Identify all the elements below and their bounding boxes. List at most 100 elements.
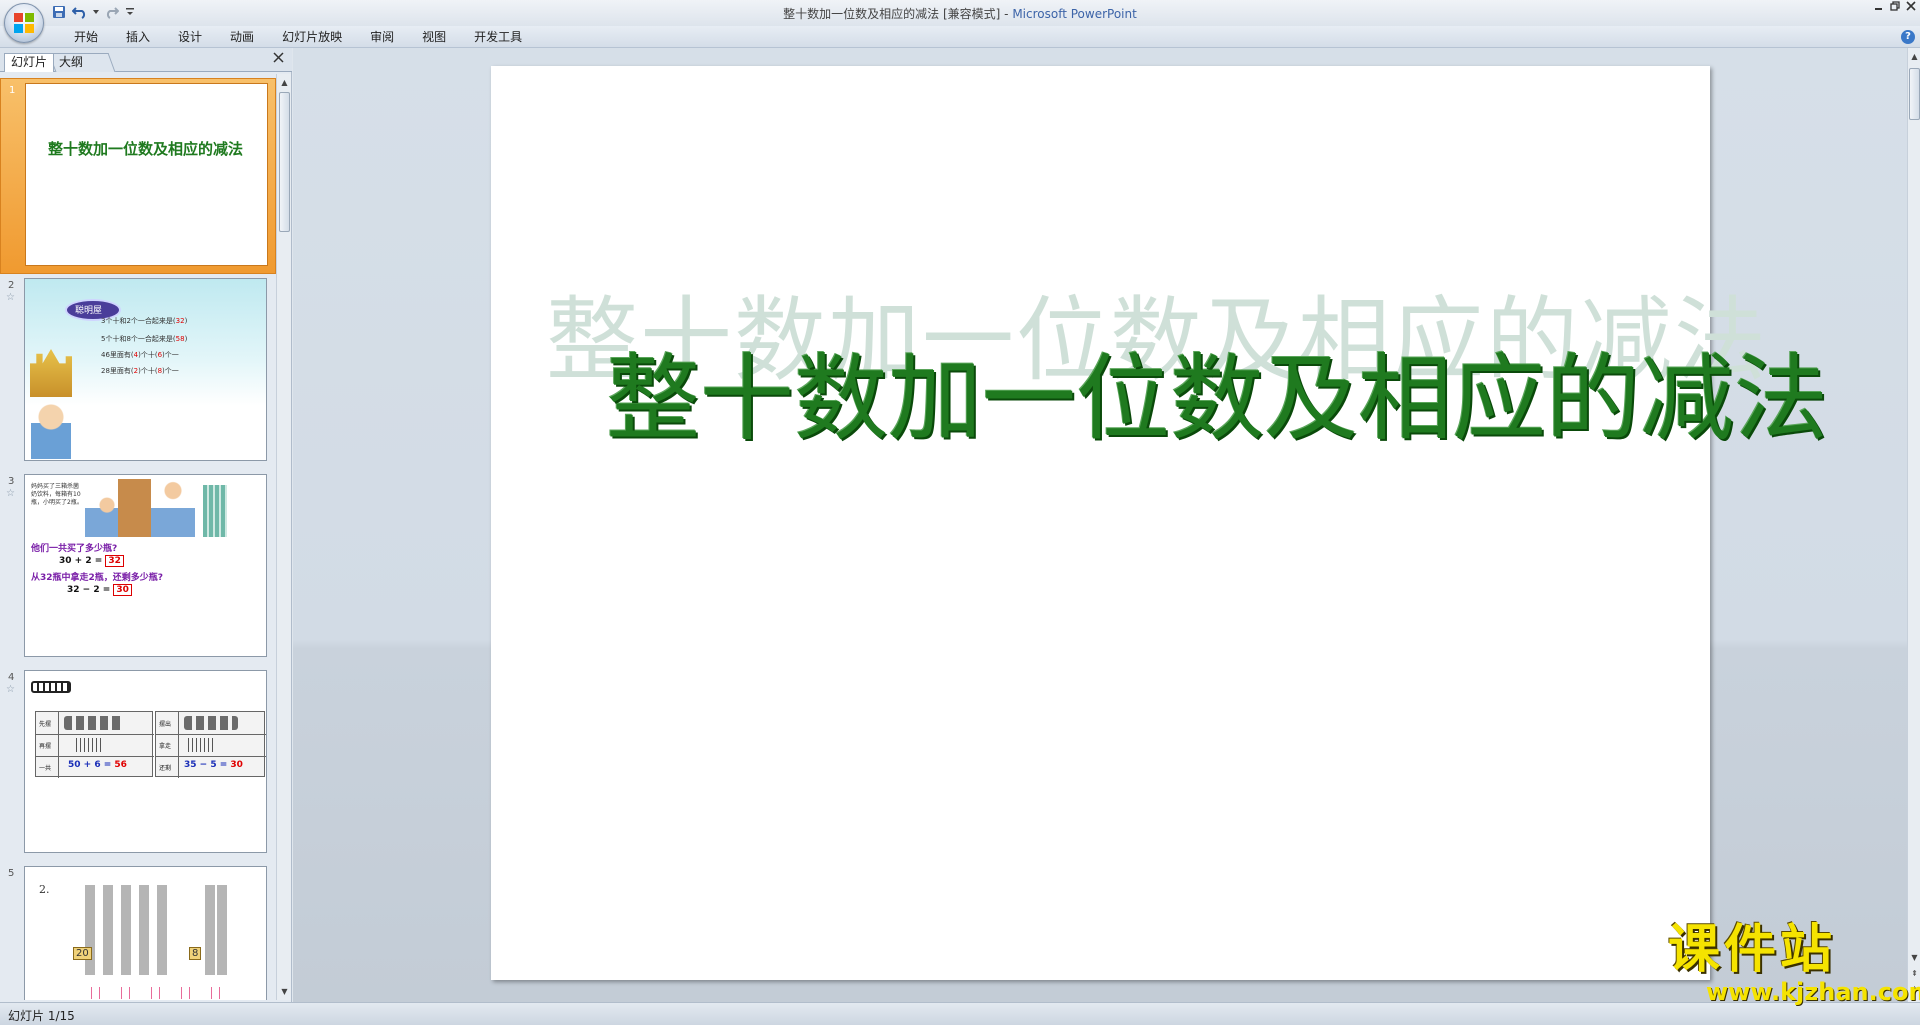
tab-review[interactable]: 审阅 — [356, 29, 408, 45]
current-slide[interactable]: 整十数加一位数及相应的减法 整十数加一位数及相应的减法 — [491, 66, 1828, 980]
row-label: 还剩 — [159, 765, 172, 772]
line-text: )个十( — [138, 351, 158, 359]
bundles-illustration — [64, 716, 124, 730]
tab-slides[interactable]: 幻灯片 — [4, 53, 55, 72]
answer-value: 58 — [175, 335, 185, 343]
thumb-line: 28里面有(2)个十(8)个一 — [101, 366, 179, 376]
slide-preview: 整十数加一位数及相应的减法 — [25, 83, 268, 266]
sticks-illustration — [76, 738, 102, 752]
slide-counter: 幻灯片 1/15 — [8, 1009, 75, 1023]
line-text: )个一 — [162, 351, 179, 359]
pencil-icon — [31, 681, 71, 693]
tab-slides-label: 幻灯片 — [11, 55, 48, 69]
equation-text: 50 + 6 = — [68, 760, 112, 770]
table-divider — [36, 734, 154, 735]
slide-preview: 先摆 再摆 一共 50 + 6 = 56 摆出 拿走 还剩 35 − 5 = 3… — [24, 670, 267, 853]
thumb-title: 整十数加一位数及相应的减法 — [48, 140, 244, 158]
restore-icon[interactable] — [1888, 1, 1902, 13]
title-separator: - — [1000, 7, 1013, 21]
animation-star-icon: ☆ — [6, 292, 15, 303]
pane-close-icon[interactable] — [273, 52, 284, 66]
animation-star-icon: ☆ — [6, 488, 15, 499]
slide-thumbnail-2[interactable]: 2 ☆ 聪明屋 3个十和2个一合起来是(32) 5个十和8个一合起来是(58) … — [0, 274, 276, 470]
slide-thumbnail-5[interactable]: 5 2. 20 8 — [0, 862, 276, 1000]
count-tag: 8 — [189, 947, 202, 960]
line-text: 28里面有( — [101, 367, 134, 375]
line-text: )个十( — [138, 367, 158, 375]
tab-insert[interactable]: 插入 — [112, 29, 164, 45]
row-label: 再摆 — [39, 743, 52, 750]
thumb-line: 46里面有(4)个十(6)个一 — [101, 350, 179, 360]
tab-design[interactable]: 设计 — [164, 29, 216, 45]
slide-number: 2 — [8, 280, 15, 291]
slide-preview: 2. 20 8 — [24, 866, 267, 1000]
question-2: 从32瓶中拿走2瓶，还剩多少瓶? — [31, 573, 164, 583]
title-bar: 整十数加一位数及相应的减法 [兼容模式] - Microsoft PowerPo… — [0, 0, 1920, 26]
slide-number: 5 — [8, 868, 15, 879]
slide-thumbnail-1[interactable]: 1 整十数加一位数及相应的减法 — [0, 78, 276, 274]
bundles-illustration — [184, 716, 238, 730]
shopping-illustration — [85, 479, 195, 537]
office-button[interactable] — [4, 3, 44, 43]
close-icon[interactable] — [1904, 1, 1918, 13]
line-text: ) — [184, 335, 188, 343]
watermark-brand: 课件站 — [1668, 920, 1837, 980]
thumbnail-scrollbar[interactable]: ▲ ▼ — [276, 74, 291, 1000]
equation-left: 50 + 6 = 56 — [68, 760, 127, 770]
right-table: 摆出 拿走 还剩 35 − 5 = 30 — [155, 711, 266, 778]
tab-slide-show[interactable]: 幻灯片放映 — [268, 29, 356, 45]
equation-text: 32 − 2 = — [67, 585, 111, 595]
tab-view[interactable]: 视图 — [408, 29, 460, 45]
scrollbar-thumb[interactable] — [1909, 68, 1920, 120]
office-logo-icon — [14, 13, 34, 33]
slide-thumbnail-4[interactable]: 4 ☆ 先摆 再摆 一共 50 + 6 = 56 摆出 拿走 还剩 35 − 5… — [0, 666, 276, 862]
slide-title[interactable]: 整十数加一位数及相应的减法 — [606, 323, 1828, 459]
scroll-down-icon[interactable]: ▼ — [1908, 951, 1920, 964]
thumb-line: 5个十和8个一合起来是(58) — [101, 334, 187, 344]
scroll-down-icon[interactable]: ▼ — [278, 985, 291, 998]
window-controls — [1872, 1, 1918, 13]
bubble-text: 聪明屋 — [75, 306, 103, 316]
thumb-line: 3个十和2个一合起来是(32) — [101, 316, 187, 326]
count-tag: 20 — [73, 947, 92, 960]
scroll-up-icon[interactable]: ▲ — [278, 76, 291, 89]
line-text: 46里面有( — [101, 351, 134, 359]
tab-developer[interactable]: 开发工具 — [460, 29, 536, 45]
equation-text: 30 + 2 = — [59, 556, 103, 566]
line-text: 5个十和8个一合起来是( — [101, 335, 176, 343]
tab-outline-label: 大纲 — [59, 55, 84, 69]
equation-2: 32 − 2 = 30 — [67, 584, 132, 596]
slide-number: 3 — [8, 476, 15, 487]
tab-home[interactable]: 开始 — [60, 29, 112, 45]
tab-outline[interactable]: 大纲 — [48, 53, 116, 72]
bottles-illustration — [85, 885, 173, 975]
tab-animations[interactable]: 动画 — [216, 29, 268, 45]
table-divider — [178, 712, 179, 778]
animation-star-icon: ☆ — [6, 684, 15, 695]
row-label: 一共 — [39, 765, 52, 772]
document-title: 整十数加一位数及相应的减法 [兼容模式] — [783, 7, 1001, 21]
answer-value: 30 — [230, 760, 243, 770]
scroll-up-icon[interactable]: ▲ — [1908, 50, 1920, 63]
castle-illustration — [30, 349, 72, 397]
minimize-icon[interactable] — [1872, 1, 1886, 13]
slides-pane: 幻灯片 大纲 1 整十数加一位数及相应的减法 2 ☆ 聪明屋 3个十和2个一合起… — [0, 48, 292, 1002]
bottles-illustration — [205, 885, 227, 975]
table-divider — [58, 712, 59, 778]
scrollbar-thumb[interactable] — [279, 92, 290, 232]
slide-thumbnail-3[interactable]: 3 ☆ 妈妈买了三箱杀菌 奶饮料，每箱有10 瓶，小明买了2瓶。 他们一共买了多… — [0, 470, 276, 666]
equation-text: 35 − 5 = — [184, 760, 228, 770]
exercise-number: 2. — [39, 883, 50, 896]
row-label: 先摆 — [39, 721, 52, 728]
shelf-illustration — [203, 485, 227, 537]
answer-value: 32 — [175, 317, 185, 325]
slide-preview: 妈妈买了三箱杀菌 奶饮料，每箱有10 瓶，小明买了2瓶。 他们一共买了多少瓶? … — [24, 474, 267, 657]
question-1: 他们一共买了多少瓶? — [31, 544, 118, 554]
powerpoint-window: 整十数加一位数及相应的减法 [兼容模式] - Microsoft PowerPo… — [0, 0, 1920, 1025]
watermark-url: www.kjzhan.com — [1706, 978, 1920, 1006]
line-text: 3个十和2个一合起来是( — [101, 317, 176, 325]
help-icon[interactable]: ? — [1901, 30, 1915, 44]
equation-right: 35 − 5 = 30 — [184, 760, 243, 770]
application-name: Microsoft PowerPoint — [1012, 7, 1137, 21]
editor-scrollbar[interactable]: ▲ ▼ ⇞ ⇟ — [1907, 48, 1920, 1002]
